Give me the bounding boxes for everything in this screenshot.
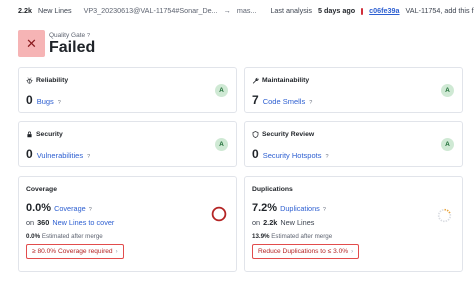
reliability-card: Reliability 0 Bugs ? A: [18, 67, 237, 113]
target-branch-name[interactable]: mas...: [237, 6, 257, 15]
new-lines-label: New Lines: [280, 218, 315, 227]
duplications-estimated-label: Estimated after merge: [271, 233, 333, 240]
code-smells-label[interactable]: Code Smells: [263, 97, 306, 106]
security-review-title: Security Review: [262, 131, 315, 138]
coverage-title: Coverage: [26, 186, 57, 193]
help-icon[interactable]: ?: [323, 207, 326, 213]
duplications-requirement-text: Reduce Duplications to ≤ 3.0%: [258, 248, 349, 255]
lines-to-cover-label[interactable]: New Lines to cover: [52, 218, 114, 227]
branch-name[interactable]: VP3_20230613@VAL-11754#Sonar_De...: [84, 6, 218, 15]
on-prefix: on: [252, 218, 261, 227]
duplications-ring-segment: [439, 210, 442, 213]
close-icon: ✕: [18, 30, 45, 57]
chevron-right-icon: ›: [351, 248, 354, 255]
vulnerabilities-value[interactable]: 0: [26, 147, 33, 161]
help-icon[interactable]: ?: [58, 100, 61, 106]
help-icon[interactable]: ?: [309, 100, 312, 106]
help-icon[interactable]: ?: [87, 154, 90, 160]
new-lines-label: New Lines: [38, 5, 72, 15]
bug-icon: [26, 77, 33, 84]
commit-hash-link[interactable]: c06fe39a: [369, 6, 399, 15]
bugs-label[interactable]: Bugs: [37, 97, 54, 106]
duplications-ring-segment: [448, 211, 451, 214]
security-review-grade[interactable]: A: [441, 138, 454, 151]
duplications-ring-segment: [447, 218, 450, 221]
coverage-label[interactable]: Coverage: [54, 204, 86, 213]
maintainability-title: Maintainability: [262, 77, 310, 84]
last-analysis-time: 5 days ago: [318, 5, 356, 15]
security-review-card: Security Review 0 Security Hotspots ? A: [244, 121, 463, 167]
help-icon[interactable]: ?: [325, 154, 328, 160]
vulnerabilities-label[interactable]: Vulnerabilities: [37, 151, 83, 160]
arrow-right-icon: →: [223, 5, 231, 15]
coverage-estimated-label: Estimated after merge: [41, 233, 103, 240]
reliability-title: Reliability: [36, 77, 69, 84]
commit-message: VAL-11754, add this for demo sonarcl...: [405, 5, 474, 15]
quality-gate-result: Failed: [49, 38, 96, 56]
coverage-percent[interactable]: 0.0%: [26, 202, 51, 214]
wrench-icon: [252, 77, 259, 84]
bugs-value[interactable]: 0: [26, 93, 33, 107]
duplications-ring-segment: [440, 219, 443, 222]
new-lines-count[interactable]: 2.2k: [263, 218, 277, 227]
coverage-requirement[interactable]: ≥ 80.0% Coverage required ›: [26, 244, 124, 259]
chevron-right-icon: ›: [115, 248, 118, 255]
analysis-bar: 2.2k New Lines VP3_20230613@VAL-11754#So…: [0, 0, 474, 20]
security-hotspots-label[interactable]: Security Hotspots: [263, 151, 322, 160]
duplications-card: Duplications 7.2% Duplications ? on 2.2k…: [244, 176, 463, 272]
security-grade[interactable]: A: [215, 138, 228, 151]
maintainability-card: Maintainability 7 Code Smells ? A: [244, 67, 463, 113]
maintainability-grade[interactable]: A: [441, 84, 454, 97]
lock-icon: [27, 131, 32, 138]
coverage-estimated-value: 0.0%: [26, 233, 41, 240]
lines-to-cover-count[interactable]: 360: [37, 218, 49, 227]
coverage-requirement-text: ≥ 80.0% Coverage required: [32, 248, 113, 255]
duplications-ring: [437, 208, 452, 223]
reliability-grade[interactable]: A: [215, 84, 228, 97]
duplications-ring-segment: [446, 209, 449, 212]
help-icon[interactable]: ?: [87, 33, 90, 39]
code-smells-value[interactable]: 7: [252, 93, 259, 107]
on-prefix: on: [26, 218, 35, 227]
last-analysis-label: Last analysis: [270, 5, 312, 15]
duplications-ring-segment: [438, 217, 441, 220]
quality-gate-status: ✕ Quality Gate ? Failed: [18, 30, 95, 57]
shield-icon: [252, 131, 259, 138]
security-hotspots-value[interactable]: 0: [252, 147, 259, 161]
coverage-card: Coverage 0.0% Coverage ? on 360 New Line…: [18, 176, 237, 272]
duplications-estimated-value: 13.9%: [252, 233, 270, 240]
security-card: Security 0 Vulnerabilities ? A: [18, 121, 237, 167]
new-lines-count: 2.2k: [18, 5, 32, 15]
duplications-percent[interactable]: 7.2%: [252, 202, 277, 214]
quality-gate-label: Quality Gate: [49, 31, 86, 39]
security-title: Security: [36, 131, 63, 138]
duplications-requirement[interactable]: Reduce Duplications to ≤ 3.0% ›: [252, 244, 360, 259]
coverage-ring: [211, 206, 227, 222]
duplications-title: Duplications: [252, 186, 293, 193]
help-icon[interactable]: ?: [89, 207, 92, 213]
duplications-label[interactable]: Duplications: [280, 204, 320, 213]
commit-icon: [361, 7, 364, 15]
